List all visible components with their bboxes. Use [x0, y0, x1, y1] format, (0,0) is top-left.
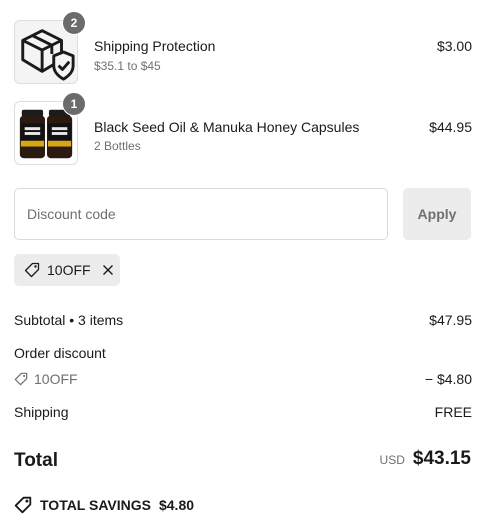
- apply-button[interactable]: Apply: [403, 188, 471, 240]
- discount-code-row: 10OFF − $4.80: [14, 371, 472, 389]
- product-thumbnail: 2: [14, 11, 86, 84]
- savings-label: TOTAL SAVINGS: [40, 497, 151, 513]
- item-variant: $35.1 to $45: [94, 59, 161, 73]
- subtotal-value: $47.95: [429, 312, 472, 328]
- total-label: Total: [14, 450, 58, 471]
- order-discount-label: Order discount: [14, 345, 106, 361]
- applied-discount-chip: 10OFF: [14, 254, 120, 286]
- tag-icon: [24, 262, 40, 278]
- savings-value: $4.80: [158, 497, 195, 513]
- shipping-value: FREE: [434, 404, 472, 420]
- close-icon: [102, 265, 113, 275]
- item-variant: 2 Bottles: [94, 139, 141, 153]
- subtotal-label: Subtotal • 3 items: [14, 312, 124, 328]
- shipping-row: Shipping FREE: [14, 404, 472, 420]
- total-value: USD $43.15: [380, 448, 471, 470]
- subtotal-row: Subtotal • 3 items $47.95: [14, 312, 472, 328]
- remove-discount-button[interactable]: [102, 264, 114, 276]
- item-name: Shipping Protection: [94, 38, 216, 54]
- item-name: Black Seed Oil & Manuka Honey Capsules: [94, 119, 360, 135]
- line-item: 1 Black Seed Oil & Manuka Honey Capsules…: [14, 92, 472, 167]
- item-price: $44.95: [429, 119, 472, 135]
- applied-discount-code: 10OFF: [47, 262, 91, 278]
- product-thumbnail: 1: [14, 92, 86, 165]
- discount-code-label: 10OFF: [34, 371, 78, 387]
- discount-code-input[interactable]: [14, 188, 388, 240]
- tag-icon: [14, 496, 32, 514]
- total-savings: TOTAL SAVINGS $4.80: [14, 496, 194, 514]
- order-discount-row: Order discount: [14, 345, 472, 361]
- line-item: 2 Shipping Protection $35.1 to $45 $3.00: [14, 11, 472, 86]
- tag-icon: [14, 372, 28, 386]
- total-amount: $43.15: [412, 448, 471, 469]
- quantity-badge: 2: [62, 11, 86, 35]
- total-currency: USD: [379, 453, 405, 467]
- shipping-label: Shipping: [14, 404, 69, 420]
- quantity-badge: 1: [62, 92, 86, 116]
- discount-value: − $4.80: [424, 371, 472, 387]
- item-price: $3.00: [436, 38, 472, 54]
